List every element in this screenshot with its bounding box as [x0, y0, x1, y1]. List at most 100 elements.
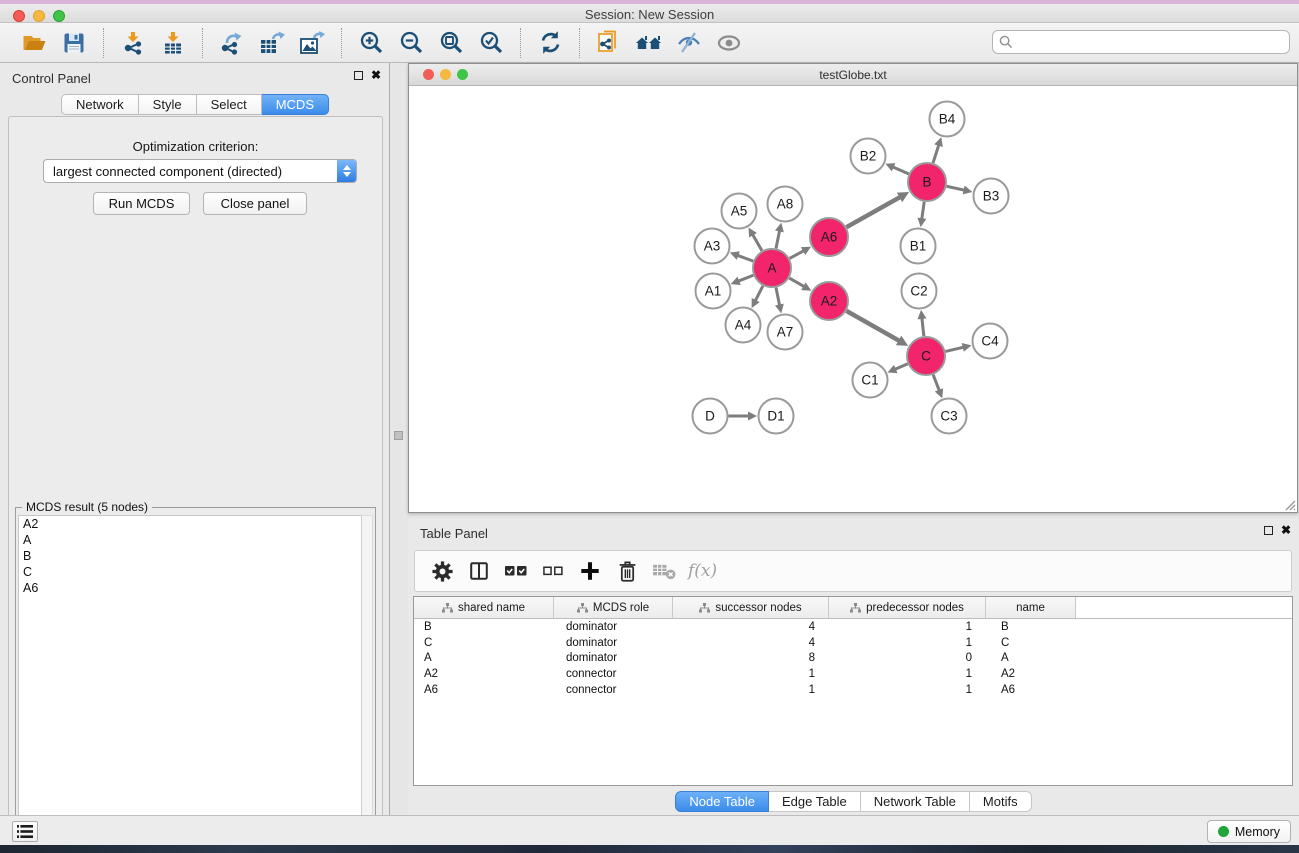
run-mcds-button[interactable]: Run MCDS	[93, 192, 190, 215]
result-list-scrollbar[interactable]	[361, 515, 373, 847]
zoom-in-icon[interactable]	[354, 27, 388, 59]
edge-B-B1[interactable]	[922, 202, 925, 220]
node-A6[interactable]: A6	[810, 218, 848, 256]
node-A1[interactable]: A1	[696, 274, 731, 309]
tab-mcds[interactable]: MCDS	[262, 94, 329, 115]
edge-A-A5[interactable]	[752, 234, 762, 251]
result-list-item[interactable]: C	[19, 564, 362, 580]
edge-C-C2[interactable]	[922, 317, 924, 336]
table-row[interactable]: Adominator80A	[414, 650, 1292, 666]
close-table-panel-icon[interactable]: ✖	[1281, 525, 1291, 536]
edge-B-B4[interactable]	[933, 144, 939, 163]
delete-column-icon[interactable]	[612, 556, 642, 586]
tab-network[interactable]: Network	[61, 94, 139, 115]
vertical-splitter-handle[interactable]	[394, 431, 403, 440]
function-builder-icon[interactable]: f(x)	[688, 561, 717, 581]
edge-A-A3[interactable]	[736, 255, 753, 261]
tab-node-table[interactable]: Node Table	[675, 791, 769, 812]
edge-B-B2[interactable]	[892, 166, 909, 173]
import-table-icon[interactable]	[156, 27, 190, 59]
edge-A2-C[interactable]	[846, 311, 900, 342]
edge-A6-B[interactable]	[846, 196, 901, 227]
result-list-item[interactable]: A2	[19, 516, 362, 532]
node-C2[interactable]: C2	[902, 274, 937, 309]
node-C4[interactable]: C4	[973, 324, 1008, 359]
delete-table-icon[interactable]	[649, 556, 679, 586]
node-C[interactable]: C	[907, 337, 945, 375]
refresh-layout-icon[interactable]	[533, 27, 567, 59]
column-header-predecessor-nodes[interactable]: predecessor nodes	[829, 597, 986, 618]
column-visibility-icon[interactable]	[464, 556, 494, 586]
edge-A-A6[interactable]	[790, 250, 805, 258]
node-A2[interactable]: A2	[810, 282, 848, 320]
memory-button[interactable]: Memory	[1207, 820, 1291, 843]
float-table-panel-icon[interactable]	[1264, 526, 1273, 535]
node-A8[interactable]: A8	[768, 187, 803, 222]
export-table-icon[interactable]	[255, 27, 289, 59]
edge-A-A2[interactable]	[789, 278, 805, 287]
result-list-item[interactable]: B	[19, 548, 362, 564]
node-A[interactable]: A	[753, 249, 791, 287]
node-D[interactable]: D	[693, 399, 728, 434]
column-header-MCDS-role[interactable]: MCDS role	[554, 597, 673, 618]
node-C3[interactable]: C3	[932, 399, 967, 434]
tab-motifs[interactable]: Motifs	[970, 791, 1032, 812]
zoom-out-icon[interactable]	[394, 27, 428, 59]
node-B3[interactable]: B3	[974, 179, 1009, 214]
open-session-icon[interactable]	[17, 27, 51, 59]
save-session-icon[interactable]	[57, 27, 91, 59]
node-A7[interactable]: A7	[768, 315, 803, 350]
tab-style[interactable]: Style	[139, 94, 197, 115]
column-header-shared-name[interactable]: shared name	[414, 597, 554, 618]
export-network-icon[interactable]	[215, 27, 249, 59]
edge-A-A7[interactable]	[776, 288, 780, 307]
node-B2[interactable]: B2	[851, 139, 886, 174]
edge-C-C3[interactable]	[933, 375, 940, 392]
column-header-name[interactable]: name	[986, 597, 1076, 618]
node-B1[interactable]: B1	[901, 229, 936, 264]
select-all-icon[interactable]	[501, 556, 531, 586]
node-A4[interactable]: A4	[726, 308, 761, 343]
tab-edge-table[interactable]: Edge Table	[769, 791, 861, 812]
network-graph-canvas[interactable]: A A1 A2 A3 A4 A5 A6 A7 A8 B B1 B2 B3 B4 C C1 C2 C3 C4 D D1	[409, 86, 1297, 512]
settings-gear-icon[interactable]	[427, 556, 457, 586]
float-panel-icon[interactable]	[354, 71, 363, 80]
tab-select[interactable]: Select	[197, 94, 262, 115]
task-history-button[interactable]	[12, 821, 38, 842]
network-window-titlebar[interactable]: testGlobe.txt	[409, 64, 1297, 86]
search-input[interactable]	[992, 30, 1290, 54]
export-image-icon[interactable]	[295, 27, 329, 59]
deselect-all-icon[interactable]	[538, 556, 568, 586]
import-network-icon[interactable]	[116, 27, 150, 59]
table-row[interactable]: Bdominator41B	[414, 619, 1292, 635]
node-C1[interactable]: C1	[853, 363, 888, 398]
edge-B-B3[interactable]	[947, 186, 966, 190]
zoom-fit-icon[interactable]	[434, 27, 468, 59]
node-A3[interactable]: A3	[695, 229, 730, 264]
result-list-item[interactable]: A	[19, 532, 362, 548]
edge-C-C4[interactable]	[945, 347, 964, 352]
tab-network-table[interactable]: Network Table	[861, 791, 970, 812]
node-D1[interactable]: D1	[759, 399, 794, 434]
edge-A-A8[interactable]	[776, 229, 780, 248]
edge-C-C1[interactable]	[894, 364, 908, 370]
window-resize-grip-icon[interactable]	[1282, 497, 1296, 511]
edge-A-A1[interactable]	[737, 275, 753, 281]
table-row[interactable]: A2connector11A2	[414, 666, 1292, 682]
result-list-item[interactable]: A6	[19, 580, 362, 596]
new-network-from-selection-icon[interactable]	[592, 27, 626, 59]
hide-selected-icon[interactable]	[672, 27, 706, 59]
edge-A-A4[interactable]	[755, 286, 763, 302]
node-B4[interactable]: B4	[930, 102, 965, 137]
add-column-icon[interactable]	[575, 556, 605, 586]
node-A5[interactable]: A5	[722, 194, 757, 229]
close-panel-button[interactable]: Close panel	[203, 192, 307, 215]
node-B[interactable]: B	[908, 163, 946, 201]
criterion-dropdown[interactable]: largest connected component (directed)	[43, 159, 357, 183]
table-row[interactable]: Cdominator41C	[414, 635, 1292, 651]
zoom-selected-icon[interactable]	[474, 27, 508, 59]
column-header-successor-nodes[interactable]: successor nodes	[673, 597, 829, 618]
show-all-icon[interactable]	[712, 27, 746, 59]
first-neighbors-icon[interactable]	[632, 27, 666, 59]
table-row[interactable]: A6connector11A6	[414, 682, 1292, 698]
